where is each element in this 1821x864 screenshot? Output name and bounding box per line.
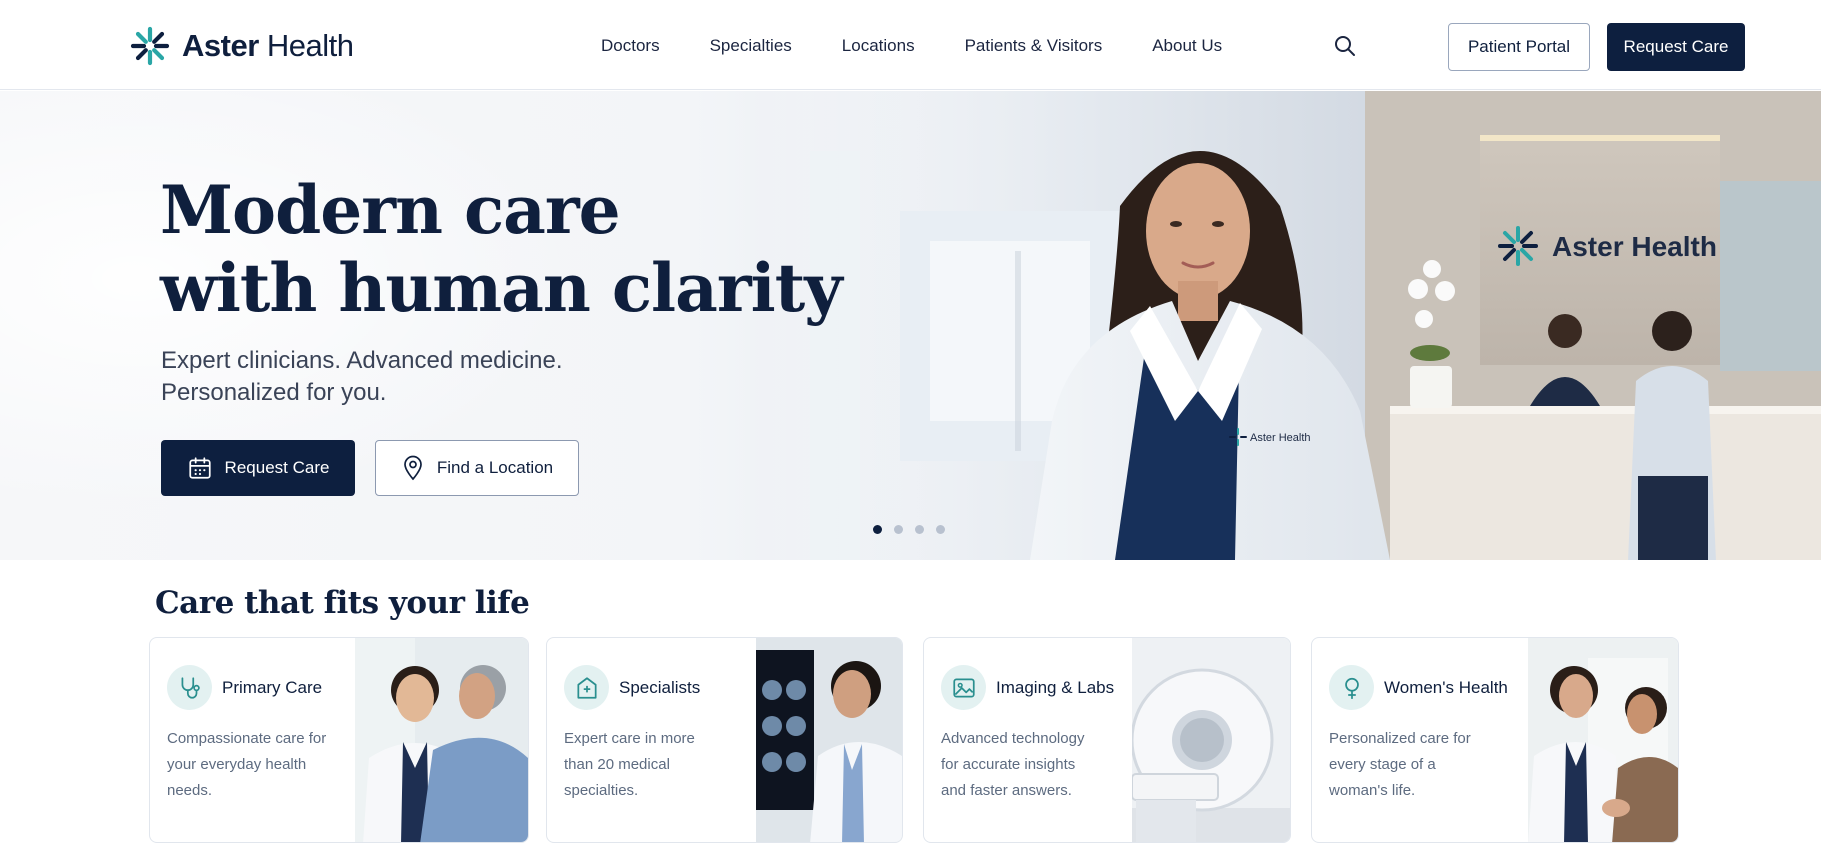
nav-doctors[interactable]: Doctors <box>601 36 660 56</box>
card-title: Imaging & Labs <box>996 678 1115 697</box>
card-desc-line: woman's life. <box>1329 782 1416 799</box>
carousel-dot-2[interactable] <box>894 525 903 534</box>
card-desc-line: Personalized care for <box>1329 730 1471 747</box>
image-icon <box>952 677 975 698</box>
card-title: Specialists <box>619 678 701 697</box>
nav-patients-visitors[interactable]: Patients & Visitors <box>965 36 1103 56</box>
card-imaging-labs[interactable]: Imaging & Labs Advanced technology for a… <box>923 637 1291 843</box>
coat-badge-text: Aster Health <box>1250 432 1311 444</box>
card-icon-badge <box>1329 665 1374 710</box>
stethoscope-icon <box>181 676 200 699</box>
card-desc-line: Advanced technology <box>941 730 1085 747</box>
request-care-header-button[interactable]: Request Care <box>1607 23 1745 71</box>
card-description: Personalized care for every stage of a w… <box>1329 726 1471 804</box>
womens-health-photo <box>1528 638 1678 842</box>
nav-locations[interactable]: Locations <box>842 36 915 56</box>
hero-subtitle-line2: Personalized for you. <box>161 379 387 406</box>
search-icon[interactable] <box>1333 34 1357 58</box>
carousel-dot-4[interactable] <box>936 525 945 534</box>
find-location-button[interactable]: Find a Location <box>375 440 579 496</box>
card-desc-line: Expert care in more <box>564 730 695 747</box>
aster-logo-icon <box>130 26 170 66</box>
card-desc-line: for accurate insights <box>941 756 1076 773</box>
site-header: Aster Health Doctors Specialties Locatio… <box>0 0 1821 90</box>
female-symbol-icon <box>1344 677 1359 699</box>
patient-portal-button[interactable]: Patient Portal <box>1448 23 1590 71</box>
hero-title: Modern care with human clarity <box>160 171 843 327</box>
card-desc-line: every stage of a <box>1329 756 1436 773</box>
card-womens-health[interactable]: Women's Health Personalized care for eve… <box>1311 637 1679 843</box>
card-description: Compassionate care for your everyday hea… <box>167 726 326 804</box>
main-nav: Doctors Specialties Locations Patients &… <box>601 36 1272 56</box>
carousel-dot-1[interactable] <box>873 525 882 534</box>
card-icon-badge <box>564 665 609 710</box>
card-description: Expert care in more than 20 medical spec… <box>564 726 695 804</box>
request-care-hero-label: Request Care <box>224 458 330 477</box>
request-care-hero-button[interactable]: Request Care <box>161 440 355 496</box>
card-icon-badge <box>941 665 986 710</box>
card-desc-line: than 20 medical <box>564 756 670 773</box>
wall-sign-text: Aster Health <box>1552 231 1717 262</box>
hero-title-line2: with human clarity <box>160 249 843 327</box>
card-title: Primary Care <box>222 678 323 697</box>
hero-subtitle: Expert clinicians. Advanced medicine. Pe… <box>161 345 563 409</box>
nav-specialties[interactable]: Specialties <box>710 36 792 56</box>
card-desc-line: your everyday health <box>167 756 307 773</box>
card-specialists[interactable]: Specialists Expert care in more than 20 … <box>546 637 903 843</box>
carousel-dot-3[interactable] <box>915 525 924 534</box>
hospital-icon <box>576 676 597 699</box>
carousel-indicators <box>873 525 945 534</box>
hero-subtitle-line1: Expert clinicians. Advanced medicine. <box>161 347 563 374</box>
mri-scanner-photo <box>1132 638 1290 842</box>
card-desc-line: and faster answers. <box>941 782 1072 799</box>
find-location-label: Find a Location <box>436 458 554 477</box>
site-logo[interactable]: Aster Health <box>130 24 354 68</box>
map-pin-icon <box>404 455 422 481</box>
card-icon-badge <box>167 665 212 710</box>
card-title: Women's Health <box>1384 678 1508 697</box>
logo-wordmark: Aster Health <box>182 28 354 63</box>
card-desc-line: needs. <box>167 782 213 799</box>
card-description: Advanced technology for accurate insight… <box>941 726 1084 804</box>
hero-title-line1: Modern care <box>160 171 621 249</box>
nav-about-us[interactable]: About Us <box>1152 36 1222 56</box>
card-desc-line: specialties. <box>564 782 639 799</box>
primary-care-photo <box>355 638 528 842</box>
card-desc-line: Compassionate care for <box>167 730 327 747</box>
card-primary-care[interactable]: Primary Care Compassionate care for your… <box>149 637 529 843</box>
specialists-photo <box>756 638 902 842</box>
calendar-icon <box>188 457 211 479</box>
care-section-title: Care that fits your life <box>155 585 530 621</box>
hero-banner: Aster Health Aster Health Modern care wi… <box>0 91 1821 560</box>
